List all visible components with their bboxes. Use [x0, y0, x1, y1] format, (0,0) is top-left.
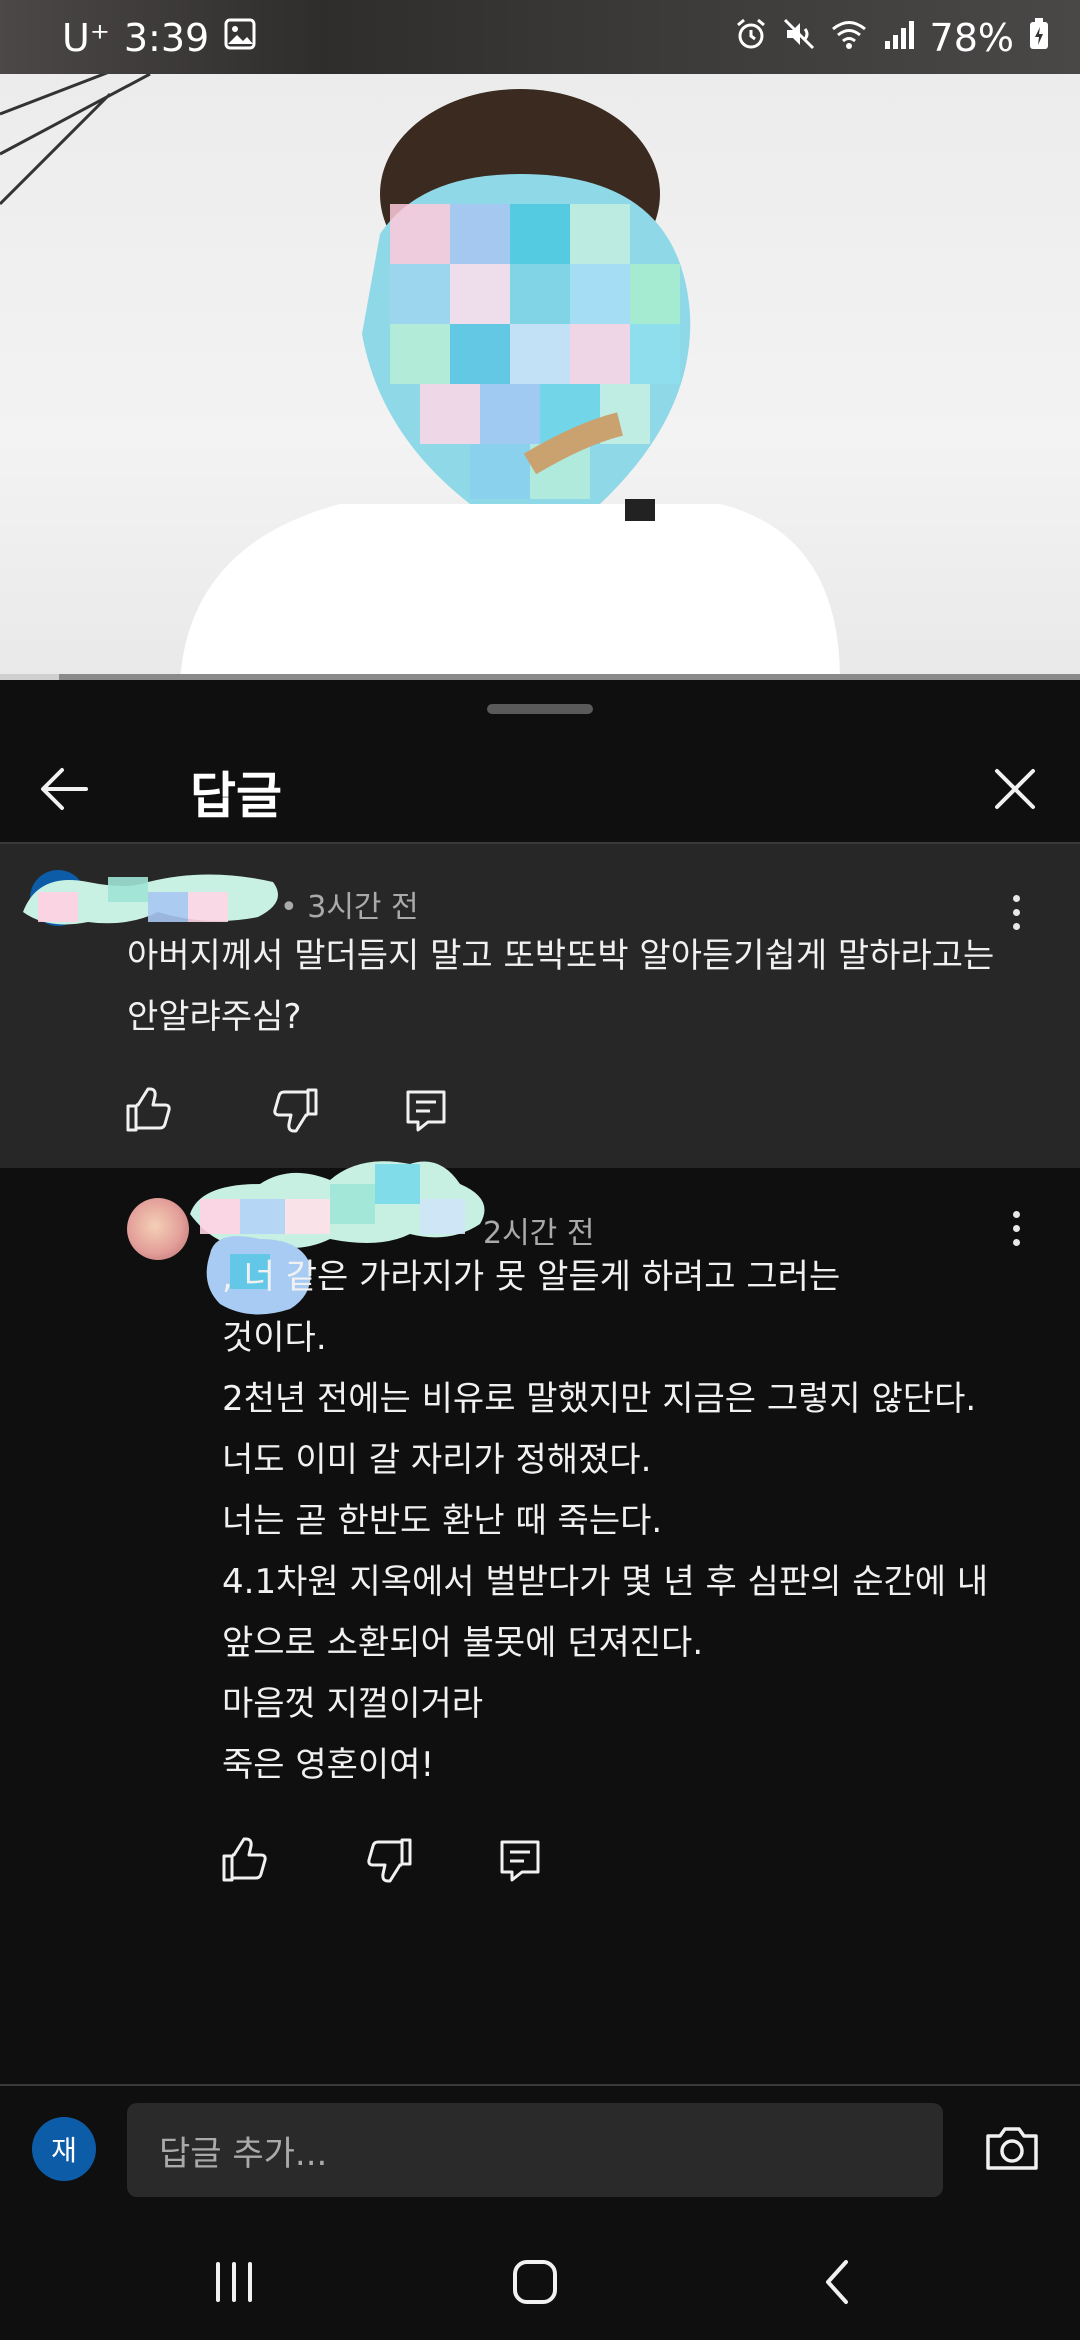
- status-right: 78%: [734, 16, 1050, 60]
- thumbs-up-icon[interactable]: [122, 1084, 174, 1136]
- reply-comment-icon[interactable]: [400, 1084, 452, 1136]
- status-bar: U⁺ 3:39 78%: [0, 0, 1080, 74]
- bottom-bar: 재 답글 추가...: [0, 2084, 1080, 2340]
- thumbs-down-icon[interactable]: [270, 1084, 322, 1136]
- kebab-dot: [1012, 894, 1020, 902]
- composer-divider: [0, 2084, 1080, 2086]
- kebab-dot: [1012, 908, 1020, 916]
- reply-timestamp: 2시간 전: [483, 1216, 595, 1251]
- camera-icon[interactable]: [982, 2120, 1042, 2176]
- arrow-left-icon: [41, 768, 88, 810]
- reply-input[interactable]: 답글 추가...: [127, 2103, 943, 2197]
- video-progress-fill: [0, 674, 60, 680]
- recent-apps-icon[interactable]: [204, 2252, 264, 2312]
- comment-timestamp: • 3시간 전: [280, 890, 419, 925]
- nav-back-icon[interactable]: [808, 2252, 868, 2312]
- video-player[interactable]: [0, 74, 1080, 680]
- kebab-dot: [1012, 1224, 1020, 1232]
- signal-icon: [882, 16, 916, 60]
- reply-input-placeholder: 답글 추가...: [159, 2133, 328, 2174]
- system-nav-bar: [0, 2222, 1080, 2340]
- thumbs-up-icon[interactable]: [218, 1834, 270, 1886]
- kebab-dot: [1012, 1210, 1020, 1218]
- close-icon: [995, 769, 1035, 809]
- parent-comment: • 3시간 전 아버지께서 말더듬지 말고 또박또박 알아듣기쉽게 말하라고는 …: [0, 844, 1080, 1168]
- wifi-icon: [830, 16, 868, 60]
- drag-handle[interactable]: [487, 704, 593, 714]
- reply-comment-icon[interactable]: [494, 1834, 546, 1886]
- reply-text: , 너 같은 가라지가 못 알듣게 하려고 그러는 것이다. 2천년 전에는 비…: [222, 1257, 989, 1785]
- video-progress-bar[interactable]: [0, 674, 1080, 680]
- status-left: U⁺ 3:39: [62, 16, 257, 60]
- battery-level: 78%: [929, 16, 1014, 60]
- thumbs-down-icon[interactable]: [364, 1834, 416, 1886]
- home-icon[interactable]: [505, 2252, 565, 2312]
- video-frame: [0, 74, 840, 680]
- close-button[interactable]: [980, 754, 1050, 824]
- sheet-header: 답글: [0, 732, 1080, 842]
- sheet-title: 답글: [190, 767, 282, 825]
- mute-icon: [782, 16, 816, 60]
- alarm-icon: [734, 16, 768, 60]
- carrier-label: U⁺: [62, 16, 110, 60]
- battery-icon: [1028, 16, 1050, 60]
- gallery-icon: [223, 16, 257, 60]
- my-avatar[interactable]: 재: [32, 2117, 96, 2181]
- kebab-dot: [1012, 1238, 1020, 1246]
- author-avatar-redacted[interactable]: [18, 862, 288, 932]
- back-button[interactable]: [30, 754, 100, 824]
- comment-text: 아버지께서 말더듬지 말고 또박또박 알아듣기쉽게 말하라고는 안알랴주심?: [127, 936, 995, 1037]
- clock: 3:39: [123, 16, 210, 60]
